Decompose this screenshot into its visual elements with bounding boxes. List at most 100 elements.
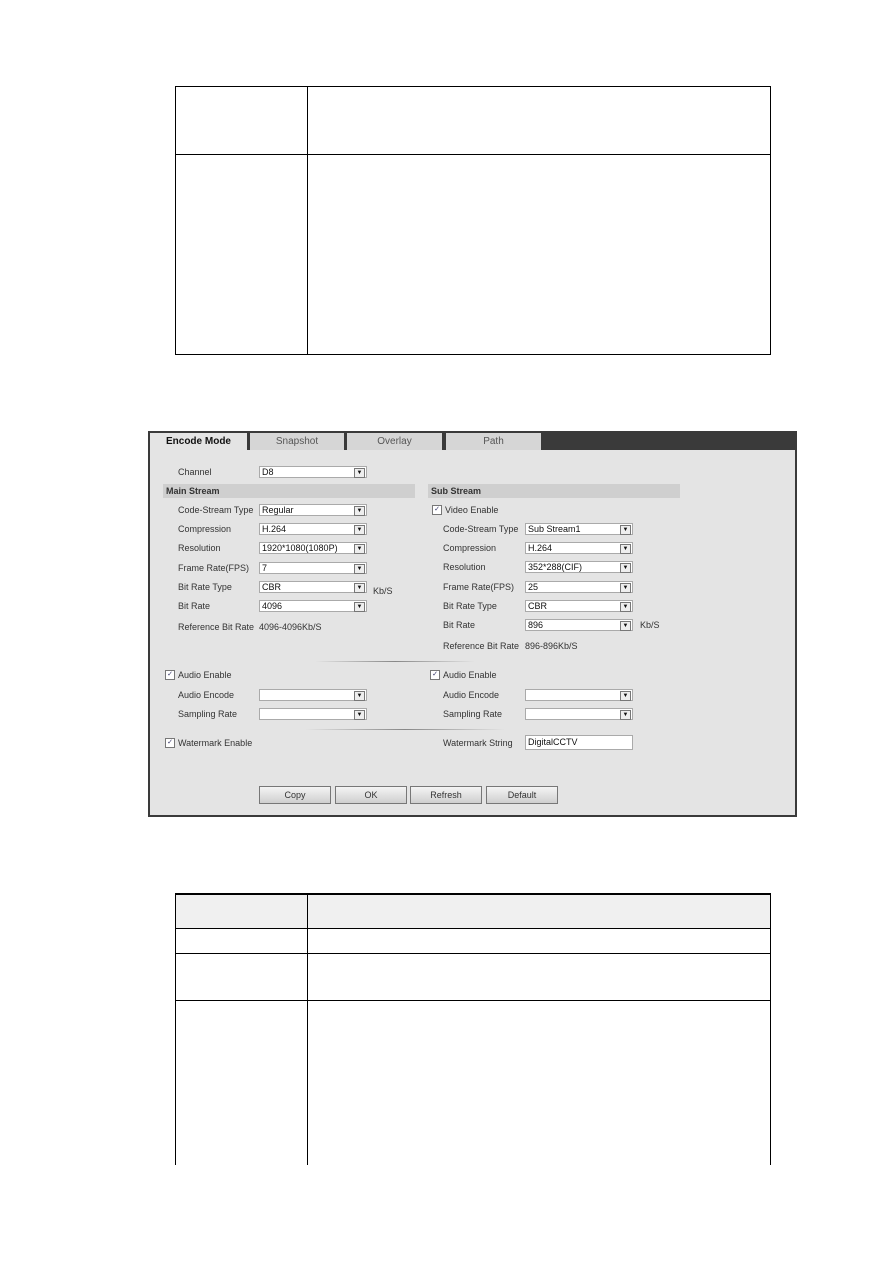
top-table <box>175 86 771 355</box>
video-enable-label: Video Enable <box>445 505 499 515</box>
sub-ref-bitrate-value: 896-896Kb/S <box>525 641 578 651</box>
video-enable-checkbox[interactable]: ✓ <box>432 505 442 515</box>
select-value: 1920*1080(1080P) <box>262 543 338 554</box>
sub-row-select[interactable]: 25 ▼ <box>525 580 633 593</box>
tab-encode-mode[interactable]: Encode Mode <box>150 433 247 450</box>
chevron-down-icon: ▼ <box>620 582 631 593</box>
sub-ref-bitrate-label: Reference Bit Rate <box>443 641 520 651</box>
sub-row-select[interactable]: 352*288(CIF) ▼ <box>525 561 633 574</box>
table-border <box>770 893 771 1165</box>
main-row-select[interactable]: H.264 ▼ <box>259 523 367 536</box>
sub-row-label: Code-Stream Type <box>443 524 519 534</box>
chevron-down-icon: ▼ <box>354 582 365 593</box>
select-value: CBR <box>262 581 282 592</box>
main-ref-bitrate-label: Reference Bit Rate <box>178 622 255 632</box>
main-sampling-rate-select[interactable]: ▼ <box>259 708 367 720</box>
main-row-label: Frame Rate(FPS) <box>178 562 250 573</box>
main-row-select[interactable]: 7 ▼ <box>259 561 367 574</box>
table-divider <box>175 154 771 155</box>
main-bitrate-unit: Kb/S <box>373 586 393 596</box>
main-stream-header: Main Stream <box>163 484 415 498</box>
main-audio-encode-select[interactable]: ▼ <box>259 689 367 701</box>
sub-row-label: Resolution <box>443 562 486 573</box>
settings-panel: Channel D8 ▼ Main Stream Sub Stream Code-… <box>150 450 795 815</box>
sub-audio-encode-select[interactable]: ▼ <box>525 689 633 701</box>
sub-row-label: Compression <box>443 543 497 554</box>
main-row-label: Bit Rate Type <box>178 581 232 592</box>
table-divider <box>307 893 308 1165</box>
main-row-select[interactable]: CBR ▼ <box>259 580 367 593</box>
main-row-label: Bit Rate <box>178 601 211 611</box>
sub-row-select[interactable]: 896 ▼ <box>525 619 633 631</box>
select-value: 25 <box>528 581 539 592</box>
document-page: Encode Mode Snapshot Overlay Path Channe… <box>0 0 893 1263</box>
chevron-down-icon: ▼ <box>354 691 365 701</box>
chevron-down-icon: ▼ <box>620 621 631 631</box>
sub-audio-enable-checkbox[interactable]: ✓ <box>430 670 440 680</box>
tab-path[interactable]: Path <box>446 433 541 450</box>
chevron-down-icon: ▼ <box>354 506 365 516</box>
main-sampling-rate-label: Sampling Rate <box>178 709 238 719</box>
select-value: 4096 <box>262 601 283 611</box>
select-value: 7 <box>262 562 268 573</box>
main-row-select[interactable]: Regular ▼ <box>259 504 367 516</box>
bottom-table-header <box>175 893 771 928</box>
sub-audio-enable-label: Audio Enable <box>443 670 497 680</box>
chevron-down-icon: ▼ <box>354 563 365 574</box>
main-row-select[interactable]: 4096 ▼ <box>259 600 367 612</box>
main-row-label: Resolution <box>178 543 221 554</box>
sub-row-select[interactable]: CBR ▼ <box>525 599 633 612</box>
encode-settings-screenshot: Encode Mode Snapshot Overlay Path Channe… <box>148 431 797 817</box>
table-divider <box>175 928 771 929</box>
copy-button[interactable]: Copy <box>259 786 331 804</box>
table-divider <box>175 953 771 954</box>
select-value: H.264 <box>528 543 553 554</box>
sub-row-label: Frame Rate(FPS) <box>443 581 515 592</box>
watermark-string-label: Watermark String <box>443 738 513 748</box>
main-row-select[interactable]: 1920*1080(1080P) ▼ <box>259 542 367 555</box>
sub-row-select[interactable]: Sub Stream1 ▼ <box>525 523 633 535</box>
sub-sampling-rate-select[interactable]: ▼ <box>525 708 633 720</box>
tab-snapshot[interactable]: Snapshot <box>250 433 344 450</box>
watermark-enable-checkbox[interactable]: ✓ <box>165 738 175 748</box>
ok-button[interactable]: OK <box>335 786 407 804</box>
select-value: Sub Stream1 <box>528 524 581 534</box>
chevron-down-icon: ▼ <box>620 563 631 574</box>
tab-overlay[interactable]: Overlay <box>347 433 442 450</box>
sub-audio-encode-label: Audio Encode <box>443 690 500 700</box>
main-ref-bitrate-value: 4096-4096Kb/S <box>259 622 322 632</box>
watermark-enable-label: Watermark Enable <box>178 738 253 748</box>
separator <box>305 729 505 730</box>
main-audio-enable-label: Audio Enable <box>178 670 232 680</box>
default-button[interactable]: Default <box>486 786 558 804</box>
main-row-label: Code-Stream Type <box>178 505 254 515</box>
select-value: Regular <box>262 505 294 515</box>
main-audio-enable-checkbox[interactable]: ✓ <box>165 670 175 680</box>
chevron-down-icon: ▼ <box>354 525 365 536</box>
sub-row-label: Bit Rate <box>443 620 476 630</box>
watermark-string-input[interactable]: DigitalCCTV <box>525 735 633 750</box>
sub-stream-header: Sub Stream <box>428 484 680 498</box>
sub-row-select[interactable]: H.264 ▼ <box>525 542 633 555</box>
chevron-down-icon: ▼ <box>620 691 631 701</box>
chevron-down-icon: ▼ <box>354 602 365 612</box>
select-value: H.264 <box>262 524 287 535</box>
select-value: 352*288(CIF) <box>528 562 583 573</box>
sub-sampling-rate-label: Sampling Rate <box>443 709 503 719</box>
separator <box>315 661 475 662</box>
sub-bitrate-unit: Kb/S <box>640 620 660 630</box>
channel-value: D8 <box>262 467 274 477</box>
select-value: CBR <box>528 600 548 611</box>
chevron-down-icon: ▼ <box>620 601 631 612</box>
sub-row-label: Bit Rate Type <box>443 600 497 611</box>
channel-label: Channel <box>178 467 212 477</box>
chevron-down-icon: ▼ <box>620 710 631 720</box>
select-value: 896 <box>528 620 544 630</box>
refresh-button[interactable]: Refresh <box>410 786 482 804</box>
table-divider <box>307 86 308 355</box>
table-divider <box>175 1000 771 1001</box>
chevron-down-icon: ▼ <box>354 468 365 478</box>
chevron-down-icon: ▼ <box>354 710 365 720</box>
chevron-down-icon: ▼ <box>620 525 631 535</box>
channel-select[interactable]: D8 ▼ <box>259 466 367 478</box>
